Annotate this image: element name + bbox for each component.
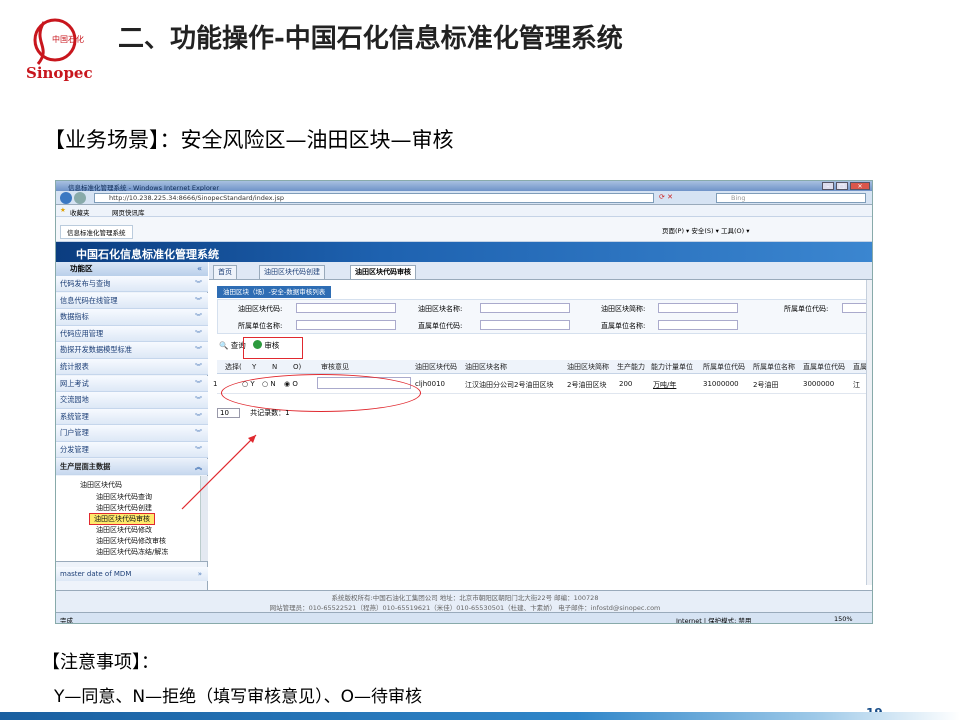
- bottom-decor-bar: [0, 712, 960, 720]
- business-scenario: 【业务场景】：安全风险区—油田区块—审核: [44, 128, 454, 152]
- svg-text:Sinopec: Sinopec: [26, 64, 93, 82]
- app-footer: 系统版权所有:中国石油化工集团公司 地址：北京市朝阳区朝阳门北大街22号 邮编：…: [56, 590, 872, 612]
- notes-title: 【注意事项】：: [42, 652, 159, 673]
- notes-text: Y—同意、N—拒绝（填写审核意见）、O—待审核: [54, 687, 422, 707]
- footer-line-1: 系统版权所有:中国石油化工集团公司 地址：北京市朝阳区朝阳门北大街22号 邮编：…: [331, 594, 599, 602]
- status-text: 完成: [60, 617, 73, 624]
- zone-info: Internet | 保护模式: 禁用: [676, 617, 752, 624]
- footer-line-2: 网站管理员：010-65522521（程燕）010-65519621（米佳）01…: [269, 604, 661, 612]
- svg-text:中国石化: 中国石化: [52, 34, 84, 44]
- sinopec-logo: 中国石化 Sinopec: [22, 12, 94, 82]
- ie-statusbar: 完成 Internet | 保护模式: 禁用 150%: [56, 612, 872, 624]
- slide-title: 二、功能操作-中国石化信息标准化管理系统: [118, 24, 623, 54]
- annotation-arrow: [181, 434, 257, 510]
- browser-screenshot: 信息标准化管理系统 - Windows Internet Explorer – …: [55, 180, 873, 624]
- zoom-level[interactable]: 150%: [834, 615, 853, 623]
